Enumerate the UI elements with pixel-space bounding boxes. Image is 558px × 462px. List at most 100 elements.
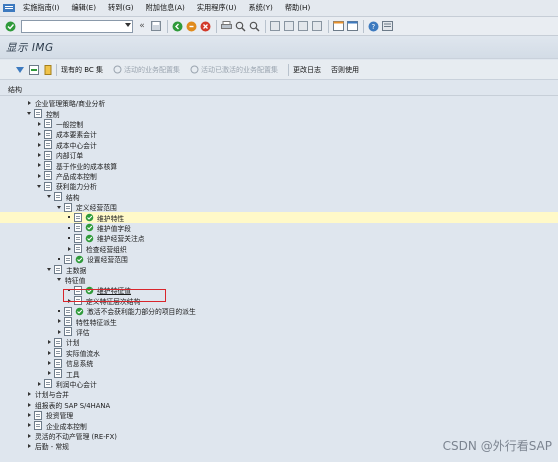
shortcut-icon[interactable] xyxy=(346,20,358,32)
command-field[interactable] xyxy=(21,19,133,33)
expand-node-icon[interactable] xyxy=(46,360,52,366)
print-icon[interactable] xyxy=(220,20,232,32)
documentation-icon[interactable] xyxy=(64,306,73,316)
find-next-icon[interactable] xyxy=(248,20,260,32)
documentation-icon[interactable] xyxy=(34,410,43,420)
expand-all-icon[interactable] xyxy=(14,64,25,75)
tree-node[interactable]: 内部订单 xyxy=(0,150,558,160)
tree-node[interactable]: 维护经营关注点 xyxy=(0,233,558,243)
execute-activity-icon[interactable] xyxy=(75,255,84,264)
back-icon[interactable] xyxy=(171,20,183,32)
not-used-button[interactable]: 否则使用 xyxy=(331,65,359,75)
tree-node[interactable]: 实际值流水 xyxy=(0,348,558,358)
tree-node[interactable]: 成本中心会计 xyxy=(0,140,558,150)
documentation-icon[interactable] xyxy=(64,327,73,337)
expand-node-icon[interactable] xyxy=(36,152,42,158)
documentation-icon[interactable] xyxy=(54,348,63,358)
documentation-icon[interactable] xyxy=(54,358,63,368)
tree-node[interactable]: 信息系统 xyxy=(0,358,558,368)
tree-node[interactable]: 投资管理 xyxy=(0,410,558,420)
tree-node[interactable]: 组报表的 SAP S/4HANA xyxy=(0,400,558,410)
menu-edit[interactable]: 编辑(E) xyxy=(71,3,96,13)
documentation-icon[interactable] xyxy=(44,171,53,181)
collapse-icon[interactable] xyxy=(28,64,39,75)
sap-menu-icon[interactable] xyxy=(3,2,17,14)
collapse-node-icon[interactable] xyxy=(46,194,52,200)
tree-node[interactable]: 产品成本控制 xyxy=(0,171,558,181)
expand-node-icon[interactable] xyxy=(26,412,32,418)
new-session-icon[interactable] xyxy=(332,20,344,32)
expand-node-icon[interactable] xyxy=(36,131,42,137)
find-icon[interactable] xyxy=(234,20,246,32)
next-page-icon[interactable] xyxy=(297,20,309,32)
documentation-icon[interactable] xyxy=(44,119,53,129)
leaf-bullet-icon[interactable] xyxy=(66,225,72,231)
tree-node[interactable]: 结构 xyxy=(0,192,558,202)
active-bc-sets-button[interactable]: 活动的业务配置集 xyxy=(113,65,180,75)
first-page-icon[interactable] xyxy=(269,20,281,32)
tree-node[interactable]: 维护值字段 xyxy=(0,223,558,233)
documentation-icon[interactable] xyxy=(64,202,73,212)
expand-node-icon[interactable] xyxy=(56,318,62,324)
tree-node[interactable]: 设置经营范围 xyxy=(0,254,558,264)
expand-node-icon[interactable] xyxy=(26,100,32,106)
menu-help[interactable]: 帮助(H) xyxy=(285,3,310,13)
execute-activity-icon[interactable] xyxy=(85,223,94,232)
leaf-bullet-icon[interactable] xyxy=(56,308,62,314)
last-page-icon[interactable] xyxy=(311,20,323,32)
tree-node[interactable]: 企业成本控制 xyxy=(0,420,558,431)
menu-img[interactable]: 实施指南(I) xyxy=(23,3,59,13)
tree-node[interactable]: 控制 xyxy=(0,108,558,119)
tree-node[interactable]: 评估 xyxy=(0,327,558,337)
documentation-icon[interactable] xyxy=(34,108,43,118)
tree-node[interactable]: 定义经营范围 xyxy=(0,202,558,212)
menu-extras[interactable]: 附加信息(A) xyxy=(146,3,185,13)
menu-utilities[interactable]: 实用程序(U) xyxy=(197,3,237,13)
documentation-icon[interactable] xyxy=(44,181,53,191)
documentation-icon[interactable] xyxy=(54,368,63,378)
tree-node[interactable]: 利润中心会计 xyxy=(0,379,558,389)
menu-goto[interactable]: 转到(G) xyxy=(108,3,134,13)
tree-node[interactable]: 企业管理策略/商业分析 xyxy=(0,98,558,108)
tree-node[interactable]: 基于作业的成本核算 xyxy=(0,160,558,171)
tree-node[interactable]: 一般控制 xyxy=(0,119,558,129)
prev-page-icon[interactable] xyxy=(283,20,295,32)
documentation-icon[interactable] xyxy=(44,140,53,150)
collapse-node-icon[interactable] xyxy=(56,277,62,283)
expand-node-icon[interactable] xyxy=(26,422,32,428)
documentation-icon[interactable] xyxy=(54,264,63,274)
tree-node[interactable]: 维护特性 xyxy=(0,212,558,223)
tree-node[interactable]: 检查经营组织 xyxy=(0,244,558,254)
tree-node[interactable]: 计划与合并 xyxy=(0,389,558,399)
tree-node[interactable]: 工具 xyxy=(0,368,558,379)
expand-node-icon[interactable] xyxy=(26,433,32,439)
exit-icon[interactable] xyxy=(185,20,197,32)
tree-node[interactable]: 主数据 xyxy=(0,264,558,275)
documentation-icon[interactable] xyxy=(34,420,43,430)
documentation-icon[interactable] xyxy=(44,160,53,170)
leaf-bullet-icon[interactable] xyxy=(56,256,62,262)
expand-node-icon[interactable] xyxy=(36,121,42,127)
expand-node-icon[interactable] xyxy=(46,350,52,356)
documentation-icon[interactable] xyxy=(44,150,53,160)
expand-node-icon[interactable] xyxy=(46,370,52,376)
documentation-icon[interactable] xyxy=(44,129,53,139)
collapse-node-icon[interactable] xyxy=(56,204,62,210)
documentation-icon[interactable] xyxy=(44,379,53,389)
expand-node-icon[interactable] xyxy=(36,162,42,168)
expand-node-icon[interactable] xyxy=(36,142,42,148)
bookmark-icon[interactable] xyxy=(42,64,53,75)
collapse-node-icon[interactable] xyxy=(46,266,52,272)
tree-node[interactable]: 获利能力分析 xyxy=(0,181,558,191)
documentation-icon[interactable] xyxy=(64,254,73,264)
leaf-bullet-icon[interactable] xyxy=(66,214,72,220)
layout-menu-icon[interactable] xyxy=(381,20,393,32)
tree-node[interactable]: 计划 xyxy=(0,337,558,347)
execute-activity-icon[interactable] xyxy=(75,307,84,316)
expand-node-icon[interactable] xyxy=(56,329,62,335)
chevron-left-icon[interactable]: « xyxy=(136,20,148,32)
tree-node[interactable]: 激活不会获利能力部分的项目的派生 xyxy=(0,306,558,316)
expand-node-icon[interactable] xyxy=(36,173,42,179)
expand-node-icon[interactable] xyxy=(46,339,52,345)
documentation-icon[interactable] xyxy=(74,212,83,222)
